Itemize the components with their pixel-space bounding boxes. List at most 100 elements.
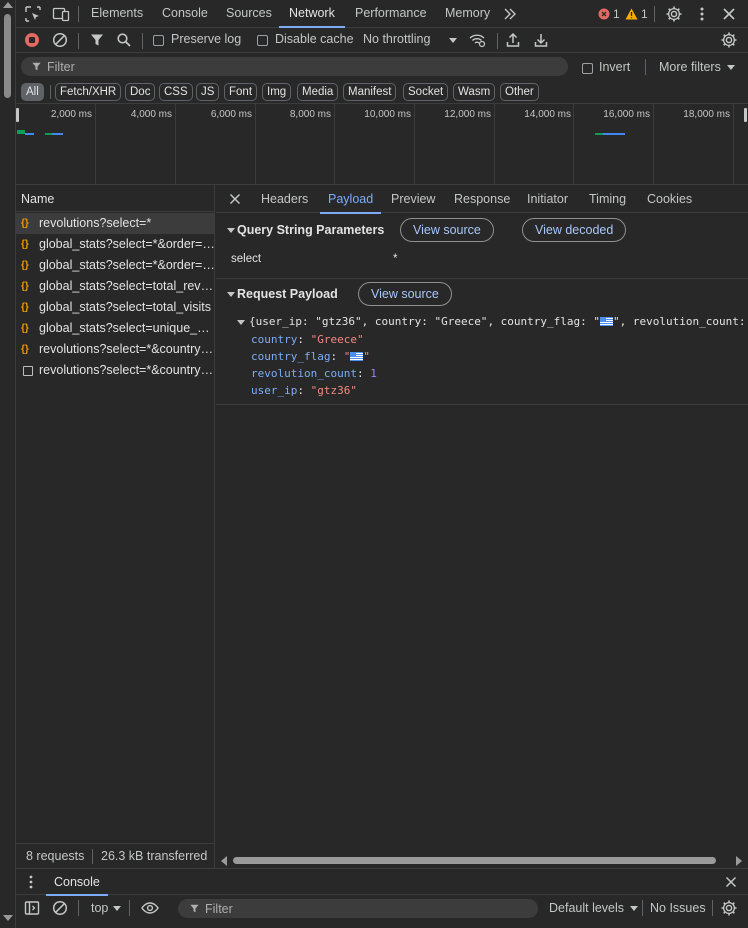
- tab-headers[interactable]: Headers: [261, 192, 308, 206]
- request-row[interactable]: { } global_stats?select=unique_us...: [16, 318, 215, 339]
- filter-funnel-icon: [189, 903, 200, 917]
- close-details-icon[interactable]: [228, 192, 242, 209]
- issues-button[interactable]: No Issues: [650, 901, 706, 915]
- request-row[interactable]: { } revolutions?select=*&country=...: [16, 339, 215, 360]
- tab-performance[interactable]: Performance: [353, 0, 429, 28]
- inspect-element-icon[interactable]: [24, 5, 42, 23]
- request-row[interactable]: revolutions?select=*&country=...: [16, 360, 215, 381]
- devtools-window: Elements Console Sources Network Perform…: [16, 0, 748, 928]
- drawer-menu-icon[interactable]: [28, 874, 34, 893]
- console-filter-input[interactable]: Filter: [178, 899, 538, 918]
- payload-view-source-button[interactable]: View source: [358, 282, 452, 306]
- tab-preview[interactable]: Preview: [391, 192, 435, 206]
- sidebar-toggle-icon[interactable]: [24, 900, 40, 919]
- tab-payload[interactable]: Payload: [319, 192, 382, 214]
- stop-recording-icon[interactable]: [24, 32, 40, 51]
- more-tabs-icon[interactable]: [502, 6, 520, 24]
- error-icon: [598, 8, 610, 20]
- query-param-value: *: [393, 253, 398, 265]
- document-request-icon: [23, 366, 33, 376]
- kebab-menu-icon[interactable]: [693, 5, 711, 23]
- console-settings-gear-icon[interactable]: [720, 899, 738, 920]
- request-row[interactable]: { } global_stats?select=total_revo...: [16, 276, 215, 297]
- network-overview-timeline[interactable]: 2,000 ms 4,000 ms 6,000 ms 8,000 ms 10,0…: [16, 104, 748, 185]
- more-filters-button[interactable]: More filters: [659, 60, 735, 74]
- type-chip-wasm[interactable]: Wasm: [453, 83, 496, 101]
- type-chip-all[interactable]: All: [21, 83, 44, 101]
- request-row[interactable]: { } global_stats?select=total_visits: [16, 297, 215, 318]
- tab-elements[interactable]: Elements: [89, 0, 145, 28]
- scroll-left-arrow[interactable]: [221, 856, 227, 866]
- clear-icon[interactable]: [52, 32, 68, 51]
- scroll-down-arrow[interactable]: [3, 915, 13, 921]
- chevron-down-icon[interactable]: [446, 33, 457, 47]
- live-expression-eye-icon[interactable]: [141, 900, 159, 919]
- payload-object-summary[interactable]: {user_ip: "gtz36", country: "Greece", co…: [237, 315, 746, 328]
- chevron-down-icon: [113, 906, 122, 912]
- close-devtools-icon[interactable]: [720, 5, 738, 23]
- type-chip-doc[interactable]: Doc: [125, 83, 156, 101]
- device-toolbar-icon[interactable]: [52, 5, 70, 23]
- clear-console-icon[interactable]: [52, 900, 68, 919]
- scroll-up-arrow[interactable]: [3, 2, 13, 8]
- console-filter-placeholder: Filter: [205, 902, 233, 916]
- main-tab-bar: Elements Console Sources Network Perform…: [16, 0, 748, 28]
- context-selector[interactable]: top: [91, 901, 122, 915]
- tab-memory[interactable]: Memory: [443, 0, 492, 28]
- request-payload-section-header[interactable]: Request Payload: [216, 278, 748, 311]
- close-drawer-icon[interactable]: [724, 875, 738, 892]
- request-row[interactable]: { } global_stats?select=*&order=t...: [16, 255, 215, 276]
- tab-console[interactable]: Console: [160, 0, 210, 28]
- error-badge[interactable]: 1: [598, 7, 620, 21]
- type-chip-manifest[interactable]: Manifest: [343, 83, 397, 101]
- warning-badge[interactable]: 1: [625, 7, 648, 21]
- throttling-select[interactable]: No throttling: [363, 32, 430, 46]
- log-levels-select[interactable]: Default levels: [549, 901, 639, 915]
- scrollbar-thumb[interactable]: [233, 857, 716, 864]
- tab-sources[interactable]: Sources: [224, 0, 274, 28]
- filter-funnel-icon[interactable]: [89, 32, 105, 51]
- type-chip-font[interactable]: Font: [224, 83, 258, 101]
- overview-left-handle[interactable]: [16, 108, 19, 122]
- network-settings-gear-icon[interactable]: [720, 31, 738, 52]
- page-scrollbar[interactable]: [0, 0, 16, 928]
- request-row[interactable]: { } global_stats?select=*&order=t...: [16, 234, 215, 255]
- overview-right-handle[interactable]: [744, 108, 747, 122]
- invert-checkbox[interactable]: [582, 61, 593, 75]
- timeline-gridline: [733, 104, 734, 185]
- request-row[interactable]: { } revolutions?select=*: [16, 213, 215, 234]
- import-har-icon[interactable]: [505, 32, 521, 51]
- timeline-bar: [603, 133, 625, 135]
- chevron-down-icon: [237, 320, 245, 325]
- tab-response[interactable]: Response: [454, 192, 510, 206]
- settings-gear-icon[interactable]: [665, 5, 683, 23]
- type-chip-media[interactable]: Media: [297, 83, 339, 101]
- network-conditions-icon[interactable]: [468, 32, 486, 51]
- payload-field-key: country: [251, 333, 298, 346]
- name-column-header[interactable]: Name: [16, 185, 215, 212]
- scroll-right-arrow[interactable]: [736, 856, 742, 866]
- tab-cookies[interactable]: Cookies: [647, 192, 692, 206]
- type-chip-socket[interactable]: Socket: [403, 83, 449, 101]
- view-decoded-button[interactable]: View decoded: [522, 218, 627, 242]
- greece-flag-icon: [350, 352, 364, 361]
- export-har-icon[interactable]: [533, 32, 549, 51]
- type-chip-css[interactable]: CSS: [159, 83, 193, 101]
- type-chip-js[interactable]: JS: [196, 83, 220, 101]
- tab-timing[interactable]: Timing: [589, 192, 626, 206]
- type-chip-fetch-xhr[interactable]: Fetch/XHR: [55, 83, 122, 101]
- type-chip-other[interactable]: Other: [500, 83, 539, 101]
- search-icon[interactable]: [116, 32, 132, 51]
- transferred-size: 26.3 kB transferred: [101, 849, 208, 863]
- disable-cache-checkbox[interactable]: [257, 33, 268, 47]
- scrollbar-thumb[interactable]: [4, 14, 11, 98]
- tab-initiator[interactable]: Initiator: [527, 192, 568, 206]
- query-view-source-button[interactable]: View source: [400, 218, 494, 242]
- type-chip-img[interactable]: Img: [262, 83, 292, 101]
- tab-network[interactable]: Network: [279, 0, 345, 28]
- details-horizontal-scrollbar[interactable]: [216, 853, 748, 868]
- drawer-tab-bar: Console: [16, 868, 748, 896]
- filter-input[interactable]: Filter: [21, 57, 568, 76]
- drawer-tab-console[interactable]: Console: [46, 875, 108, 896]
- preserve-log-checkbox[interactable]: [153, 33, 164, 47]
